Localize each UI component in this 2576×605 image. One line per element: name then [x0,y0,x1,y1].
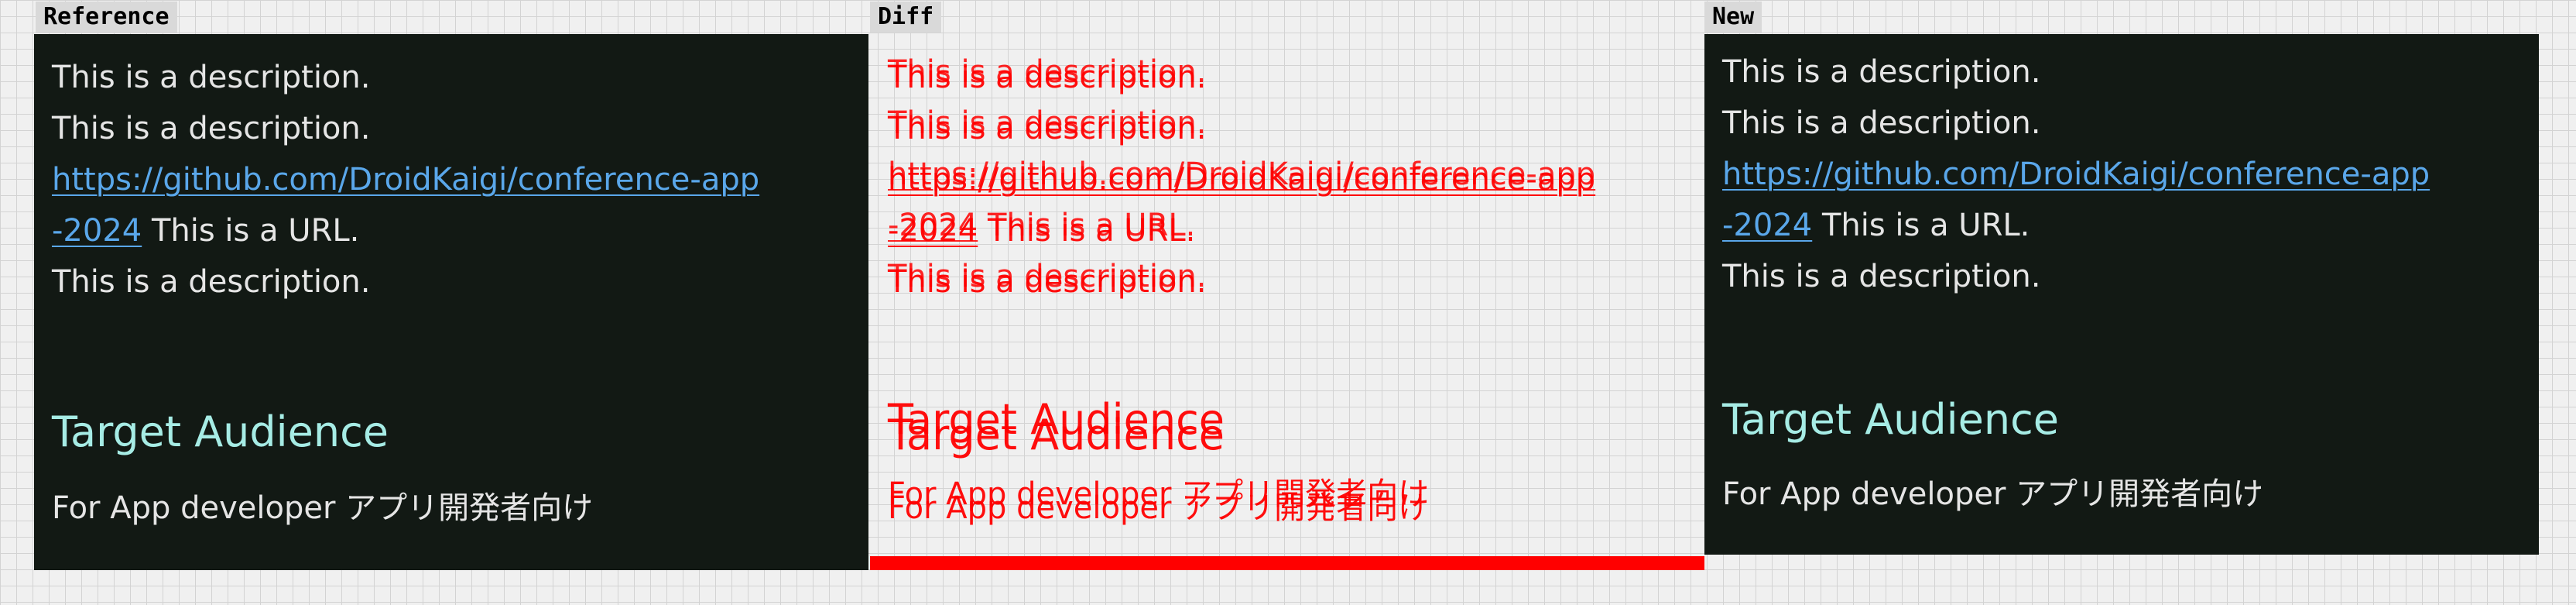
diff-new-description-line-2: This is a description. [888,105,1207,141]
diff-new-url-part-2: -2024 [888,208,978,243]
reference-url-line-1: https://github.com/DroidKaigi/conference… [52,154,759,205]
diff-new-description-line-1: This is a description. [888,54,1207,90]
new-github-link-part-2[interactable]: -2024 [1722,208,1812,243]
reference-text-block: This is a description. This is a descrip… [52,52,759,308]
new-description-line-2: This is a description. [1722,105,2041,141]
diff-panel: This is a description. This is a descrip… [870,34,1704,570]
new-panel-label: New [1704,2,1762,33]
diff-new-url-line-1: https://github.com/DroidKaigi/conference… [888,149,1595,200]
diff-new-url-part-1: https://github.com/DroidKaigi/conference… [888,156,1596,192]
reference-section-title: Target Audience [52,407,389,456]
reference-panel: This is a description. This is a descrip… [34,34,868,570]
diff-audience-reference: For App developer アプリ開発者向け [888,490,1430,526]
reference-description-line-2: This is a description. [52,111,371,146]
diff-section-title-reference: Target Audience [888,411,1225,459]
diff-new-url-line-2: -2024 This is a URL. [888,200,1595,251]
new-url-suffix: This is a URL. [1812,208,2030,243]
reference-github-link-part-1[interactable]: https://github.com/DroidKaigi/conference… [52,162,759,198]
reference-url-suffix: This is a URL. [142,213,360,249]
diff-panel-label: Diff [870,2,942,33]
new-panel: This is a description. This is a descrip… [1704,34,2539,555]
reference-github-link-part-2[interactable]: -2024 [52,213,142,249]
diff-new-description-line-3: This is a description. [888,259,1207,294]
diff-size-change-marker [870,556,1704,570]
reference-panel-label: Reference [36,2,177,33]
new-url-line-2: -2024 This is a URL. [1722,200,2430,251]
reference-description-line-1: This is a description. [52,60,371,95]
reference-url-line-2: -2024 This is a URL. [52,205,759,256]
new-description-line-1: This is a description. [1722,54,2041,90]
new-url-line-1: https://github.com/DroidKaigi/conference… [1722,149,2430,200]
new-description-line-3: This is a description. [1722,259,2041,294]
new-github-link-part-1[interactable]: https://github.com/DroidKaigi/conference… [1722,156,2430,192]
reference-description-line-3: This is a description. [52,264,371,300]
new-text-block: This is a description. This is a descrip… [1722,46,2430,302]
new-audience-text: For App developer アプリ開発者向け [1722,476,2264,512]
diff-text-block-new: This is a description. This is a descrip… [888,46,1595,302]
new-section-title: Target Audience [1722,395,2060,444]
reference-audience-text: For App developer アプリ開発者向け [52,490,594,526]
diff-new-url-suffix: This is a URL. [978,208,1196,243]
